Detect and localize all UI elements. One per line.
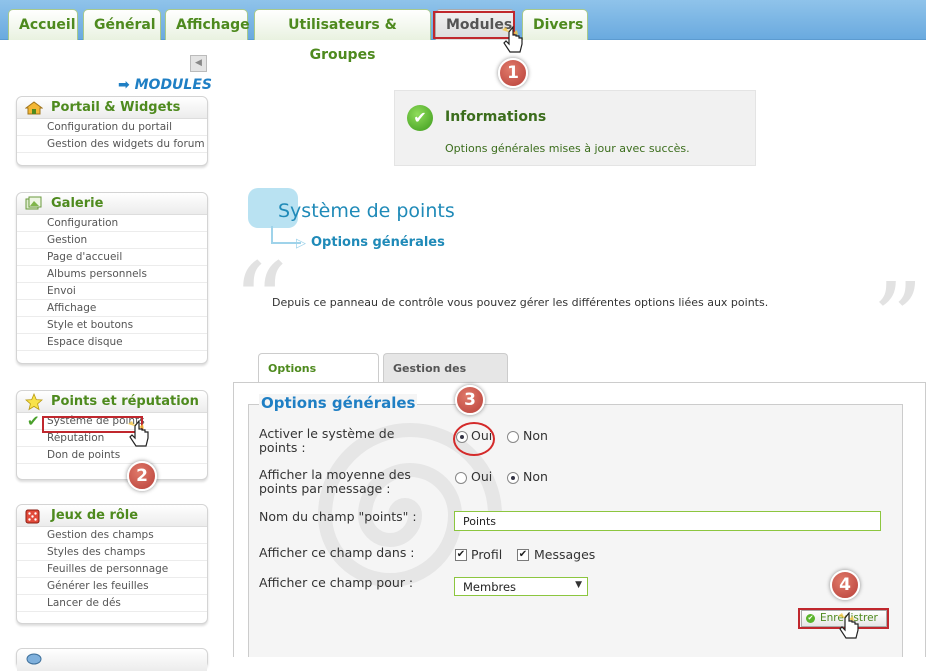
collapse-left-icon[interactable]: ◀ xyxy=(190,55,207,72)
sidebar-item-gestion-champs[interactable]: Gestion des champs xyxy=(17,527,207,544)
dice-icon xyxy=(25,509,40,524)
average-label: Afficher la moyenne des points par messa… xyxy=(259,467,411,496)
sidebar-section-portail: Portail & Widgets Configuration du porta… xyxy=(16,96,208,166)
sidebar-item-gestion-widgets[interactable]: Gestion des widgets du forum xyxy=(17,136,207,153)
sidebar-section-title: Points et réputation xyxy=(51,394,199,409)
average-oui-label: Oui xyxy=(471,469,493,484)
page-title: Système de points xyxy=(278,200,455,222)
enable-non-radio[interactable] xyxy=(507,431,519,443)
chevron-down-icon: ▼ xyxy=(575,580,582,590)
hand-cursor-icon xyxy=(838,612,859,639)
field-name-input[interactable] xyxy=(454,511,881,531)
tab-options-generales[interactable]: Options générales xyxy=(258,353,379,404)
chat-icon xyxy=(26,653,42,665)
enable-non-label: Non xyxy=(523,428,548,443)
step-badge-4: 4 xyxy=(830,570,860,600)
average-oui-radio[interactable] xyxy=(455,472,467,484)
enable-points-label: Activer le système de points : xyxy=(259,426,395,455)
page-description: Depuis ce panneau de contrôle vous pouve… xyxy=(272,296,769,309)
average-non-radio[interactable] xyxy=(507,472,519,484)
display-in-label: Afficher ce champ dans : xyxy=(259,545,415,560)
sidebar-item-feuilles-personnage[interactable]: Feuilles de personnage xyxy=(17,561,207,578)
sidebar-item-gestion[interactable]: Gestion xyxy=(17,232,207,249)
info-message: Options générales mises à jour avec succ… xyxy=(445,142,690,155)
tab-gestion-points[interactable]: Gestion des points xyxy=(383,353,508,404)
tab-affichage[interactable]: Affichage xyxy=(165,9,250,40)
arrow-right-icon: ▷ xyxy=(296,236,306,251)
step-badge-2: 2 xyxy=(127,461,157,491)
info-message-box: ✔ Informations Options générales mises à… xyxy=(394,90,756,166)
oui-highlight-circle xyxy=(453,422,495,456)
sidebar-section-chatbox xyxy=(16,648,208,671)
display-for-select[interactable]: Membres ▼ xyxy=(454,577,588,596)
step-badge-3: 3 xyxy=(455,385,485,415)
average-non-label: Non xyxy=(523,469,548,484)
sidebar-item-don-points[interactable]: Don de points xyxy=(17,447,207,464)
page-subtitle: Options générales xyxy=(311,235,445,250)
sidebar-title: ➡ MODULES xyxy=(118,77,212,93)
house-icon xyxy=(25,101,43,115)
close-quote-icon: ” xyxy=(872,261,924,378)
photos-icon xyxy=(25,196,42,210)
star-icon xyxy=(25,393,43,411)
tab-general[interactable]: Général xyxy=(83,9,161,40)
checkmark-icon: ✔ xyxy=(27,412,40,430)
info-title: Informations xyxy=(445,109,547,125)
sidebar-item-espace-disque[interactable]: Espace disque xyxy=(17,334,207,351)
step-badge-1: 1 xyxy=(498,58,528,88)
sidebar-item-styles-champs[interactable]: Styles des champs xyxy=(17,544,207,561)
sidebar-section-galerie: Galerie Configuration Gestion Page d'acc… xyxy=(16,192,208,364)
field-name-label: Nom du champ "points" : xyxy=(259,509,417,524)
sidebar-section-jeux-role: Jeux de rôle Gestion des champs Styles d… xyxy=(16,504,208,624)
success-check-icon: ✔ xyxy=(407,105,433,131)
profil-label: Profil xyxy=(471,547,503,562)
sidebar-section-title: Portail & Widgets xyxy=(51,100,181,115)
sidebar-item-envoi[interactable]: Envoi xyxy=(17,283,207,300)
sidebar-item-affichage[interactable]: Affichage xyxy=(17,300,207,317)
sidebar-item-albums-personnels[interactable]: Albums personnels xyxy=(17,266,207,283)
sidebar-item-page-accueil[interactable]: Page d'accueil xyxy=(17,249,207,266)
messages-checkbox[interactable]: ✔ xyxy=(517,549,529,561)
hand-cursor-icon xyxy=(128,420,149,447)
display-for-value: Membres xyxy=(463,580,517,594)
sidebar-item-configuration[interactable]: Configuration xyxy=(17,215,207,232)
sidebar-item-configuration-portail[interactable]: Configuration du portail xyxy=(17,119,207,136)
sidebar-section-title: Jeux de rôle xyxy=(51,508,139,523)
sidebar-item-generer-feuilles[interactable]: Générer les feuilles xyxy=(17,578,207,595)
hand-cursor-icon xyxy=(502,26,523,53)
sidebar-section-points: Points et réputation ✔ Système de points… xyxy=(16,390,208,480)
profil-checkbox[interactable]: ✔ xyxy=(455,549,467,561)
fieldset-legend: Options générales xyxy=(259,394,418,412)
sidebar-item-style-boutons[interactable]: Style et boutons xyxy=(17,317,207,334)
messages-label: Messages xyxy=(534,547,596,562)
tab-divers[interactable]: Divers xyxy=(522,9,588,40)
tab-accueil[interactable]: Accueil xyxy=(8,9,78,40)
tab-utilisateurs-groupes[interactable]: Utilisateurs & Groupes xyxy=(254,9,431,63)
sidebar-section-title: Galerie xyxy=(51,196,104,211)
sidebar-item-lancer-des[interactable]: Lancer de dés xyxy=(17,595,207,612)
display-for-label: Afficher ce champ pour : xyxy=(259,575,414,590)
